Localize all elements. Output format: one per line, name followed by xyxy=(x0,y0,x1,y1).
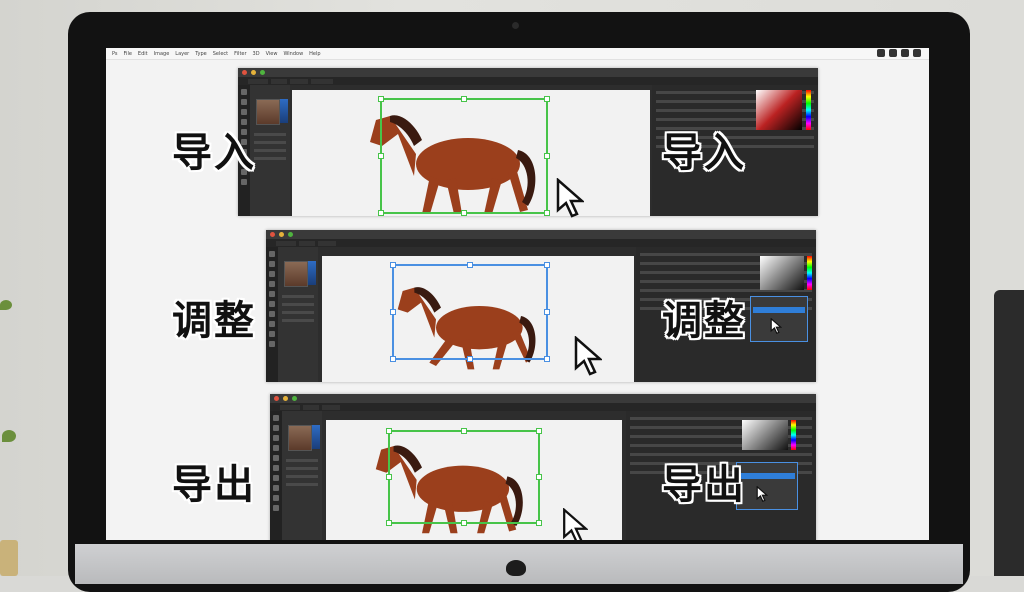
color-picker[interactable] xyxy=(756,90,802,130)
layer-thumbnail[interactable] xyxy=(284,261,308,287)
color-strip xyxy=(312,425,320,449)
traffic-light-icon[interactable] xyxy=(242,70,247,75)
traffic-light-icon[interactable] xyxy=(292,396,297,401)
layer-thumbnail[interactable] xyxy=(288,425,312,451)
traffic-light-icon[interactable] xyxy=(283,396,288,401)
step-label-right: 导出 xyxy=(662,462,746,508)
step-label-left: 调整 xyxy=(172,298,256,344)
traffic-light-icon[interactable] xyxy=(260,70,265,75)
menu-item[interactable]: Help xyxy=(309,51,320,57)
window-titlebar xyxy=(266,230,816,239)
selection-box[interactable] xyxy=(386,428,542,526)
traffic-light-icon[interactable] xyxy=(251,70,256,75)
camera-icon xyxy=(512,22,519,29)
selection-box[interactable] xyxy=(390,262,550,362)
step-label-left: 导入 xyxy=(172,130,256,176)
traffic-light-icon[interactable] xyxy=(279,232,284,237)
color-picker[interactable] xyxy=(760,256,804,290)
layers-thumbnail-panel[interactable] xyxy=(282,411,322,540)
hue-slider[interactable] xyxy=(806,90,811,130)
dropdown-highlight[interactable] xyxy=(739,473,795,479)
options-bar xyxy=(266,239,816,247)
layers-thumbnail-panel[interactable] xyxy=(278,247,318,382)
dropdown-highlight[interactable] xyxy=(753,307,805,313)
menu-item[interactable]: 3D xyxy=(253,51,260,57)
menu-item[interactable]: Image xyxy=(154,51,170,57)
step-label-right: 导入 xyxy=(662,130,746,176)
step-label-right: 调整 xyxy=(662,298,746,344)
menu-item[interactable]: Ps xyxy=(112,51,118,57)
speaker xyxy=(994,290,1024,576)
status-icons xyxy=(877,49,921,57)
color-picker[interactable] xyxy=(742,420,788,450)
cursor-arrow-icon xyxy=(574,336,602,376)
color-strip xyxy=(280,99,288,123)
menu-item[interactable]: Select xyxy=(213,51,228,57)
step-label-left: 导出 xyxy=(172,462,256,508)
menu-item[interactable]: Filter xyxy=(234,51,246,57)
menu-item[interactable]: Type xyxy=(195,51,206,57)
menu-item[interactable]: Layer xyxy=(175,51,189,57)
hue-slider[interactable] xyxy=(807,256,812,290)
traffic-light-icon[interactable] xyxy=(270,232,275,237)
window-titlebar xyxy=(270,394,816,403)
options-bar xyxy=(270,403,816,411)
traffic-light-icon[interactable] xyxy=(288,232,293,237)
options-bar xyxy=(238,77,818,85)
cursor-arrow-icon xyxy=(770,318,782,334)
screen: Ps File Edit Image Layer Type Select Fil… xyxy=(106,48,929,540)
cursor-arrow-icon xyxy=(563,508,588,540)
window-titlebar xyxy=(238,68,818,77)
layer-thumbnail[interactable] xyxy=(256,99,280,125)
apple-logo-icon xyxy=(506,560,526,576)
cursor-arrow-icon xyxy=(556,178,584,218)
cursor-arrow-icon xyxy=(756,486,768,502)
color-strip xyxy=(308,261,316,285)
selection-box[interactable] xyxy=(378,96,550,216)
tools-panel[interactable] xyxy=(266,247,278,382)
menu-item[interactable]: Edit xyxy=(138,51,148,57)
menu-item[interactable]: Window xyxy=(283,51,303,57)
menu-item[interactable]: File xyxy=(124,51,132,57)
layers-thumbnail-panel[interactable] xyxy=(250,85,290,216)
plant-decoration xyxy=(0,300,18,576)
traffic-light-icon[interactable] xyxy=(274,396,279,401)
hue-slider[interactable] xyxy=(791,420,796,450)
mac-menubar: Ps File Edit Image Layer Type Select Fil… xyxy=(106,48,929,60)
tools-panel[interactable] xyxy=(270,411,282,540)
menu-item[interactable]: View xyxy=(266,51,278,57)
